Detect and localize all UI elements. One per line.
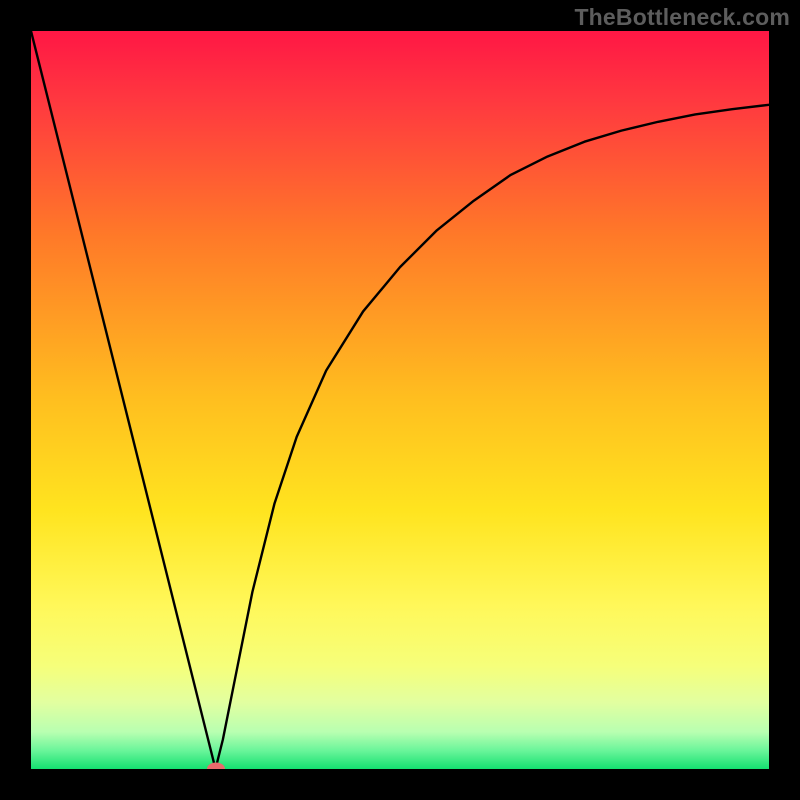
chart-svg [31,31,769,769]
gradient-background [31,31,769,769]
plot-area [31,31,769,769]
attribution-label: TheBottleneck.com [574,4,790,31]
chart-frame: TheBottleneck.com [0,0,800,800]
optimal-point-marker [207,763,225,770]
